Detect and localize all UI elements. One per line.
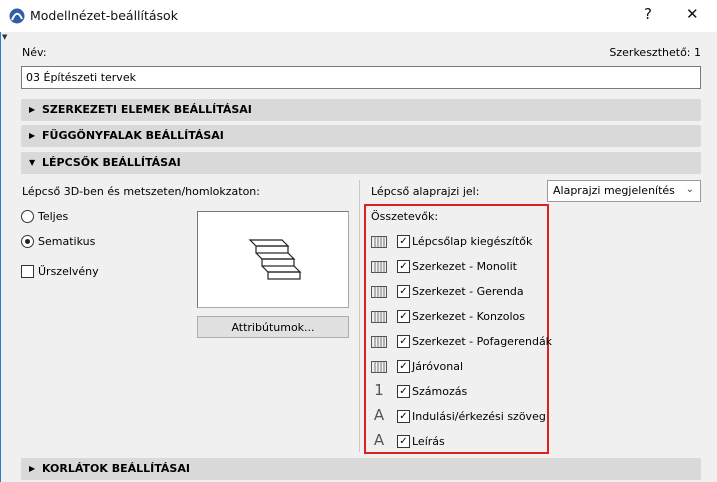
component-label: Leírás bbox=[412, 435, 445, 448]
component-label: Számozás bbox=[412, 385, 468, 398]
component-checkbox[interactable]: ✓ bbox=[397, 310, 410, 323]
component-label: Járóvonal bbox=[412, 360, 464, 373]
section-stairs[interactable]: ▼ LÉPCSŐK BEÁLLÍTÁSAI bbox=[21, 152, 701, 174]
component-checkbox[interactable]: ✓ bbox=[397, 435, 410, 448]
boundary-checkbox[interactable] bbox=[21, 265, 34, 278]
name-input[interactable]: 03 Építészeti tervek bbox=[21, 66, 701, 89]
close-button[interactable]: ✕ bbox=[686, 5, 699, 23]
app-logo-icon bbox=[9, 8, 25, 24]
floorplan-dropdown[interactable]: Alaprajzi megjelenítés ⌄ bbox=[547, 180, 701, 202]
component-checkbox[interactable]: ✓ bbox=[397, 360, 410, 373]
section-curtain-walls[interactable]: ▶ FÜGGÖNYFALAK BEÁLLÍTÁSAI bbox=[21, 125, 701, 147]
dropdown-value: Alaprajzi megjelenítés bbox=[553, 184, 675, 197]
radio-schematic[interactable] bbox=[21, 235, 34, 248]
stair-preview bbox=[197, 211, 349, 308]
chevron-down-icon: ⌄ bbox=[685, 184, 694, 195]
section-label: KORLÁTOK BEÁLLÍTÁSAI bbox=[42, 462, 190, 475]
expand-arrow-icon: ▶ bbox=[29, 131, 36, 140]
walking-line-icon bbox=[371, 361, 387, 373]
component-checkbox[interactable]: ✓ bbox=[397, 385, 410, 398]
radio-full[interactable] bbox=[21, 210, 34, 223]
divider bbox=[359, 180, 360, 452]
radio-full-label: Teljes bbox=[38, 210, 69, 223]
expand-arrow-icon: ▶ bbox=[29, 105, 36, 114]
component-label: Indulási/érkezési szöveg bbox=[412, 410, 546, 423]
structure-monolithic-icon bbox=[371, 261, 387, 273]
window-title: Modellnézet-beállítások bbox=[30, 8, 178, 23]
help-button[interactable]: ? bbox=[644, 5, 652, 23]
stair-mode-label: Lépcső 3D-ben és metszeten/homlokzaton: bbox=[22, 185, 260, 198]
component-label: Szerkezet - Pofagerendák bbox=[412, 335, 553, 348]
attributes-button[interactable]: Attribútumok... bbox=[197, 316, 349, 338]
component-checkbox[interactable]: ✓ bbox=[397, 235, 410, 248]
collapse-arrow-icon[interactable]: ▼ bbox=[2, 33, 7, 41]
tread-accessories-icon bbox=[371, 236, 387, 248]
text-icon: A bbox=[373, 431, 385, 449]
floorplan-label: Lépcső alaprajzi jel: bbox=[371, 185, 480, 198]
component-label: Szerkezet - Gerenda bbox=[412, 285, 524, 298]
component-checkbox[interactable]: ✓ bbox=[397, 410, 410, 423]
radio-schematic-label: Sematikus bbox=[38, 235, 96, 248]
section-structural-elements[interactable]: ▶ SZERKEZETI ELEMEK BEÁLLÍTÁSAI bbox=[21, 99, 701, 121]
text-icon: A bbox=[373, 406, 385, 424]
components-label: Összetevők: bbox=[371, 210, 439, 223]
structure-beam-icon bbox=[371, 286, 387, 298]
component-checkbox[interactable]: ✓ bbox=[397, 260, 410, 273]
section-railings[interactable]: ▶ KORLÁTOK BEÁLLÍTÁSAI bbox=[21, 458, 701, 480]
structure-cantilever-icon bbox=[371, 311, 387, 323]
title-bar: Modellnézet-beállítások ? ✕ bbox=[0, 0, 717, 32]
component-label: Lépcsőlap kiegészítők bbox=[412, 235, 533, 248]
structure-stringers-icon bbox=[371, 336, 387, 348]
component-checkbox[interactable]: ✓ bbox=[397, 285, 410, 298]
numbering-icon: 1 bbox=[374, 381, 384, 399]
section-label: LÉPCSŐK BEÁLLÍTÁSAI bbox=[42, 156, 181, 169]
component-checkbox[interactable]: ✓ bbox=[397, 335, 410, 348]
name-label: Név: bbox=[22, 46, 47, 59]
component-label: Szerkezet - Monolit bbox=[412, 260, 517, 273]
expand-arrow-icon: ▶ bbox=[29, 464, 36, 473]
section-label: SZERKEZETI ELEMEK BEÁLLÍTÁSAI bbox=[42, 103, 252, 116]
boundary-label: Űrszelvény bbox=[38, 265, 99, 278]
section-label: FÜGGÖNYFALAK BEÁLLÍTÁSAI bbox=[42, 129, 224, 142]
component-label: Szerkezet - Konzolos bbox=[412, 310, 525, 323]
stair-preview-icon bbox=[248, 239, 302, 280]
collapse-arrow-icon: ▼ bbox=[29, 158, 36, 167]
editable-count: Szerkeszthető: 1 bbox=[609, 46, 701, 59]
